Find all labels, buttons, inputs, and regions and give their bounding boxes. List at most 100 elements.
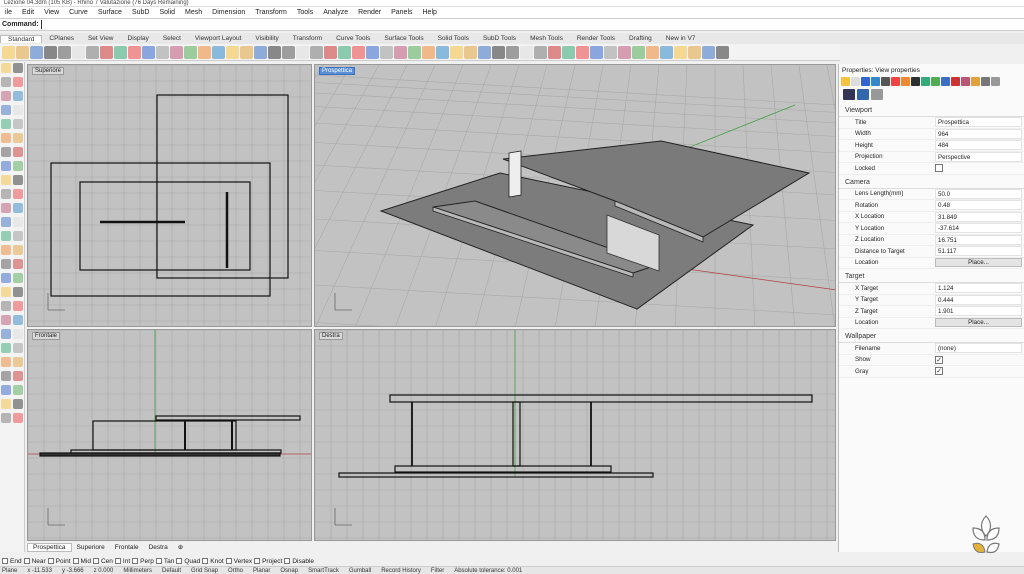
camera-icon[interactable]: [843, 89, 855, 100]
palette-tool-icon[interactable]: [1, 133, 11, 143]
palette-tool-icon[interactable]: [13, 385, 23, 395]
menu-dimension[interactable]: Dimension: [207, 9, 250, 16]
viewport-perspective[interactable]: Prospettica: [314, 64, 836, 327]
prop-value-field[interactable]: 0.48: [935, 200, 1022, 211]
palette-tool-icon[interactable]: [13, 315, 23, 325]
prop-value-field[interactable]: (none): [935, 343, 1022, 354]
tab-drafting[interactable]: Drafting: [622, 35, 659, 42]
place-button[interactable]: Place...: [935, 258, 1022, 268]
palette-tool-icon[interactable]: [1, 301, 11, 311]
viewport-front[interactable]: Frontale: [27, 329, 312, 541]
toolbar-tool-icon[interactable]: [380, 45, 393, 59]
palette-tool-icon[interactable]: [13, 77, 23, 87]
tab-visibility[interactable]: Visibility: [248, 35, 285, 42]
palette-tool-icon[interactable]: [1, 147, 11, 157]
status-grid-snap[interactable]: Grid Snap: [191, 568, 218, 574]
toolbar-tool-icon[interactable]: [562, 45, 575, 59]
panel-tab-icon[interactable]: [941, 77, 950, 86]
toolbar-tool-icon[interactable]: [408, 45, 421, 59]
tab-transform[interactable]: Transform: [286, 35, 329, 42]
prop-value-field[interactable]: 1.901: [935, 306, 1022, 317]
osnap-perp[interactable]: Perp: [132, 558, 154, 565]
toolbar-tool-icon[interactable]: [352, 45, 365, 59]
palette-tool-icon[interactable]: [1, 175, 11, 185]
toolbar-tool-icon[interactable]: [100, 45, 113, 59]
prop-value-field[interactable]: 0.444: [935, 294, 1022, 305]
toolbar-tool-icon[interactable]: [464, 45, 477, 59]
panel-tab-icon[interactable]: [861, 77, 870, 86]
menu-subd[interactable]: SubD: [127, 9, 155, 16]
tab-select[interactable]: Select: [156, 35, 188, 42]
toolbar-tool-icon[interactable]: [632, 45, 645, 59]
palette-tool-icon[interactable]: [13, 245, 23, 255]
palette-tool-icon[interactable]: [1, 385, 11, 395]
prop-value-field[interactable]: 964: [935, 128, 1022, 139]
palette-tool-icon[interactable]: [13, 91, 23, 101]
toolbar-tool-icon[interactable]: [114, 45, 127, 59]
prop-value-field[interactable]: 16.751: [935, 234, 1022, 245]
osnap-int[interactable]: Int: [114, 558, 130, 565]
menu-surface[interactable]: Surface: [93, 9, 127, 16]
status-planar[interactable]: Planar: [253, 568, 270, 574]
osnap-project[interactable]: Project: [254, 558, 282, 565]
osnap-point[interactable]: Point: [47, 558, 71, 565]
palette-tool-icon[interactable]: [13, 287, 23, 297]
palette-tool-icon[interactable]: [1, 203, 11, 213]
status-units[interactable]: Millimeters: [123, 568, 152, 574]
toolbar-tool-icon[interactable]: [716, 45, 729, 59]
palette-tool-icon[interactable]: [13, 357, 23, 367]
palette-tool-icon[interactable]: [1, 399, 11, 409]
toolbar-tool-icon[interactable]: [324, 45, 337, 59]
viewport-label-perspective[interactable]: Prospettica: [319, 67, 356, 75]
panel-tab-icon[interactable]: [841, 77, 850, 86]
palette-tool-icon[interactable]: [1, 189, 11, 199]
toolbar-tool-icon[interactable]: [366, 45, 379, 59]
osnap-near[interactable]: Near: [23, 558, 46, 565]
panel-tab-icon[interactable]: [961, 77, 970, 86]
vptab-right[interactable]: Destra: [144, 544, 173, 551]
osnap-end[interactable]: End: [2, 558, 22, 565]
toolbar-tool-icon[interactable]: [534, 45, 547, 59]
panel-tab-icon[interactable]: [991, 77, 1000, 86]
osnap-quad[interactable]: Quad: [176, 558, 200, 565]
toolbar-tool-icon[interactable]: [2, 45, 15, 59]
toolbar-tool-icon[interactable]: [576, 45, 589, 59]
toolbar-tool-icon[interactable]: [128, 45, 141, 59]
prop-checkbox[interactable]: ✓: [935, 355, 943, 364]
place-button[interactable]: Place...: [935, 318, 1022, 328]
viewport-top[interactable]: Superiore: [27, 64, 312, 327]
viewport-right[interactable]: Destra: [314, 329, 836, 541]
status-filter[interactable]: Filter: [431, 568, 444, 574]
palette-tool-icon[interactable]: [13, 273, 23, 283]
palette-tool-icon[interactable]: [1, 329, 11, 339]
palette-tool-icon[interactable]: [13, 105, 23, 115]
palette-tool-icon[interactable]: [13, 259, 23, 269]
menu-curve[interactable]: Curve: [64, 9, 93, 16]
palette-tool-icon[interactable]: [13, 231, 23, 241]
tab-standard[interactable]: Standard: [0, 34, 43, 43]
toolbar-tool-icon[interactable]: [296, 45, 309, 59]
palette-tool-icon[interactable]: [13, 301, 23, 311]
viewport-label-right[interactable]: Destra: [319, 332, 343, 340]
panel-tab-icon[interactable]: [921, 77, 930, 86]
menu-panels[interactable]: Panels: [386, 9, 417, 16]
palette-tool-icon[interactable]: [1, 413, 11, 423]
panel-tab-icon[interactable]: [981, 77, 990, 86]
tab-solid-tools[interactable]: Solid Tools: [431, 35, 476, 42]
toolbar-tool-icon[interactable]: [268, 45, 281, 59]
status-gumball[interactable]: Gumball: [349, 568, 371, 574]
menu-view[interactable]: View: [39, 9, 64, 16]
toolbar-tool-icon[interactable]: [30, 45, 43, 59]
palette-tool-icon[interactable]: [1, 63, 11, 73]
toolbar-tool-icon[interactable]: [492, 45, 505, 59]
toolbar-tool-icon[interactable]: [212, 45, 225, 59]
add-viewport-icon[interactable]: ⊕: [173, 543, 188, 551]
prop-value-field[interactable]: 1.124: [935, 283, 1022, 294]
menu-edit[interactable]: Edit: [17, 9, 39, 16]
named-view-icon[interactable]: [857, 89, 869, 100]
toolbar-tool-icon[interactable]: [156, 45, 169, 59]
osnap-knot[interactable]: Knot: [202, 558, 224, 565]
toolbar-tool-icon[interactable]: [58, 45, 71, 59]
toolbar-tool-icon[interactable]: [142, 45, 155, 59]
palette-tool-icon[interactable]: [1, 315, 11, 325]
